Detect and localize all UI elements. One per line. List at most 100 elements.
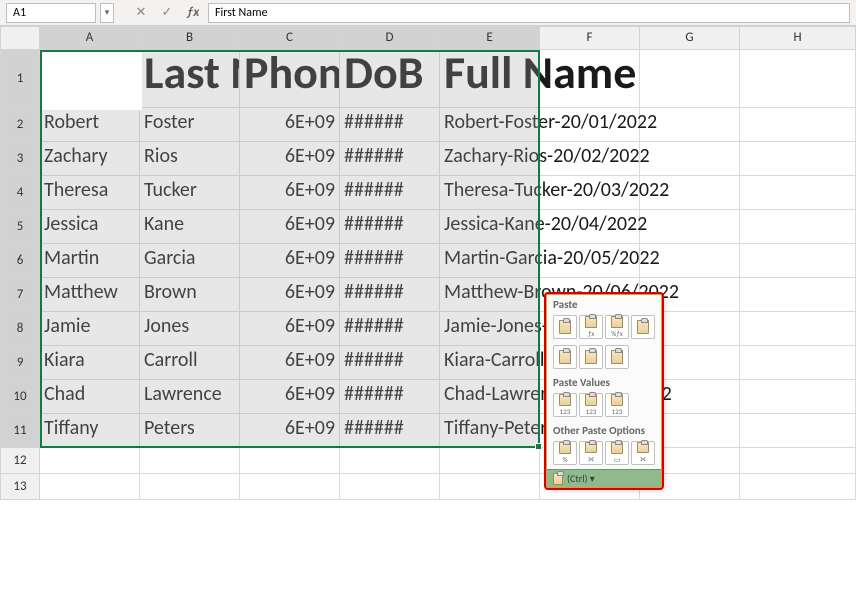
cell-B12[interactable]: [140, 448, 240, 474]
cell-H13[interactable]: [740, 474, 856, 500]
cell-E8[interactable]: Jamie-Jones-20/07/2022: [440, 312, 540, 346]
cell-H6[interactable]: [740, 244, 856, 278]
row-head-12[interactable]: 12: [0, 448, 40, 474]
cell-B4[interactable]: Tucker: [140, 176, 240, 210]
row-head-4[interactable]: 4: [0, 176, 40, 210]
cell-A7[interactable]: Matthew: [40, 278, 140, 312]
paste-values-num-button[interactable]: 123: [579, 393, 603, 417]
paste-values-button[interactable]: 123: [553, 393, 577, 417]
cell-H5[interactable]: [740, 210, 856, 244]
cell-E11[interactable]: Tiffany-Peters-20/10/2022: [440, 414, 540, 448]
cell-B8[interactable]: Jones: [140, 312, 240, 346]
cell-H9[interactable]: [740, 346, 856, 380]
cell-E2[interactable]: Robert-Foster-20/01/2022: [440, 108, 540, 142]
cell-B3[interactable]: Rios: [140, 142, 240, 176]
paste-no-border-button[interactable]: [553, 345, 577, 369]
cell-H11[interactable]: [740, 414, 856, 448]
col-head-H[interactable]: H: [740, 26, 856, 50]
cell-E4[interactable]: Theresa-Tucker-20/03/2022: [440, 176, 540, 210]
col-head-C[interactable]: C: [240, 26, 340, 50]
cell-D11[interactable]: ######: [340, 414, 440, 448]
row-head-6[interactable]: 6: [0, 244, 40, 278]
cell-C10[interactable]: 6E+09: [240, 380, 340, 414]
formula-input[interactable]: First Name: [208, 3, 850, 23]
col-head-A[interactable]: A: [40, 26, 140, 50]
cell-A10[interactable]: Chad: [40, 380, 140, 414]
cell-E12[interactable]: [440, 448, 540, 474]
fx-icon[interactable]: ƒx: [182, 3, 204, 23]
cell-D12[interactable]: [340, 448, 440, 474]
row-head-1[interactable]: 1: [0, 50, 40, 108]
cell-A8[interactable]: Jamie: [40, 312, 140, 346]
cell-H7[interactable]: [740, 278, 856, 312]
paste-picture-button[interactable]: ▭: [605, 441, 629, 465]
row-head-8[interactable]: 8: [0, 312, 40, 346]
cell-E3[interactable]: Zachary-Rios-20/02/2022: [440, 142, 540, 176]
cell-A6[interactable]: Martin: [40, 244, 140, 278]
cell-C3[interactable]: 6E+09: [240, 142, 340, 176]
row-head-13[interactable]: 13: [0, 474, 40, 500]
cell-G3[interactable]: [640, 142, 740, 176]
paste-transpose-button[interactable]: [605, 345, 629, 369]
row-head-7[interactable]: 7: [0, 278, 40, 312]
col-head-B[interactable]: B: [140, 26, 240, 50]
cell-E7[interactable]: Matthew-Brown-20/06/2022: [440, 278, 540, 312]
cell-A13[interactable]: [40, 474, 140, 500]
cell-D6[interactable]: ######: [340, 244, 440, 278]
cell-B13[interactable]: [140, 474, 240, 500]
paste-ctrl-bar[interactable]: (Ctrl) ▾: [547, 469, 661, 487]
cell-C11[interactable]: 6E+09: [240, 414, 340, 448]
cell-B11[interactable]: Peters: [140, 414, 240, 448]
name-box-dropdown[interactable]: ▾: [100, 3, 114, 23]
cell-H3[interactable]: [740, 142, 856, 176]
cell-G5[interactable]: [640, 210, 740, 244]
cell-H8[interactable]: [740, 312, 856, 346]
cell-C13[interactable]: [240, 474, 340, 500]
cell-D1[interactable]: DoB: [340, 50, 440, 108]
cell-B9[interactable]: Carroll: [140, 346, 240, 380]
paste-button[interactable]: [553, 315, 577, 339]
col-head-D[interactable]: D: [340, 26, 440, 50]
cell-D10[interactable]: ######: [340, 380, 440, 414]
cell-D5[interactable]: ######: [340, 210, 440, 244]
cell-A11[interactable]: Tiffany: [40, 414, 140, 448]
cell-C12[interactable]: [240, 448, 340, 474]
paste-link-button[interactable]: ⟗: [579, 441, 603, 465]
cell-H2[interactable]: [740, 108, 856, 142]
cell-D8[interactable]: ######: [340, 312, 440, 346]
cell-H12[interactable]: [740, 448, 856, 474]
cell-B10[interactable]: Lawrence: [140, 380, 240, 414]
name-box[interactable]: A1: [6, 3, 96, 23]
cell-C8[interactable]: 6E+09: [240, 312, 340, 346]
row-head-10[interactable]: 10: [0, 380, 40, 414]
row-head-2[interactable]: 2: [0, 108, 40, 142]
row-head-3[interactable]: 3: [0, 142, 40, 176]
paste-values-src-button[interactable]: 123: [605, 393, 629, 417]
cell-E6[interactable]: Martin-Garcia-20/05/2022: [440, 244, 540, 278]
cell-B7[interactable]: Brown: [140, 278, 240, 312]
cell-A1[interactable]: First Name: [40, 50, 140, 108]
cell-B2[interactable]: Foster: [140, 108, 240, 142]
cell-D2[interactable]: ######: [340, 108, 440, 142]
paste-keep-src-button[interactable]: [631, 315, 655, 339]
cell-C7[interactable]: 6E+09: [240, 278, 340, 312]
cell-A4[interactable]: Theresa: [40, 176, 140, 210]
cell-C4[interactable]: 6E+09: [240, 176, 340, 210]
cell-E5[interactable]: Jessica-Kane-20/04/2022: [440, 210, 540, 244]
cell-D7[interactable]: ######: [340, 278, 440, 312]
paste-formulas-button[interactable]: ƒx: [579, 315, 603, 339]
cell-C5[interactable]: 6E+09: [240, 210, 340, 244]
paste-keep-width-button[interactable]: [579, 345, 603, 369]
cell-D3[interactable]: ######: [340, 142, 440, 176]
row-head-11[interactable]: 11: [0, 414, 40, 448]
row-head-9[interactable]: 9: [0, 346, 40, 380]
cell-D9[interactable]: ######: [340, 346, 440, 380]
row-head-5[interactable]: 5: [0, 210, 40, 244]
paste-fmt-button[interactable]: %: [553, 441, 577, 465]
col-head-G[interactable]: G: [640, 26, 740, 50]
cells-area[interactable]: First NameLast NamePhoneDoBFull NameRobe…: [40, 50, 856, 500]
cell-H10[interactable]: [740, 380, 856, 414]
cell-B5[interactable]: Kane: [140, 210, 240, 244]
cell-A12[interactable]: [40, 448, 140, 474]
paste-linked-picture-button[interactable]: ⟗: [631, 441, 655, 465]
